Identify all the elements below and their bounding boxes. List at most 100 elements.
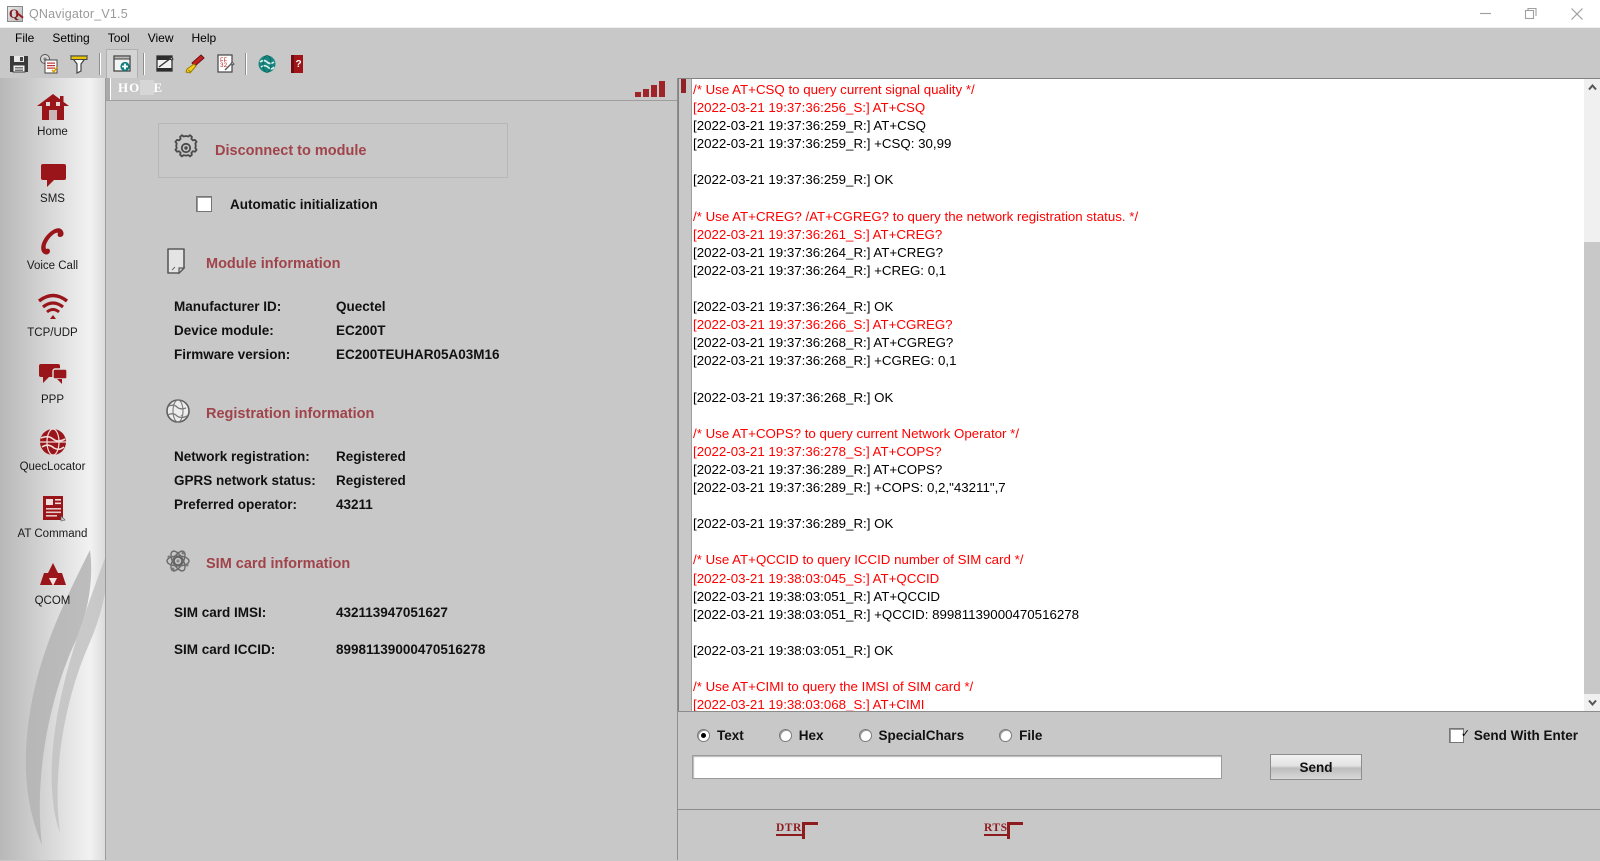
info-key: SIM card IMSI: — [174, 605, 267, 620]
edit-note-icon[interactable] — [150, 50, 180, 78]
radio-hex-dot[interactable] — [778, 729, 792, 742]
terminal-line: /* Use AT+CIMI to query the IMSI of SIM … — [693, 679, 974, 695]
terminal-line: [2022-03-21 19:37:36:259_R:] OK — [693, 172, 894, 188]
terminal-log-text: /* Use AT+CSQ to query current signal qu… — [693, 81, 1581, 787]
settings-list-icon[interactable] — [34, 50, 64, 78]
chevron-down-icon[interactable] — [1584, 694, 1600, 711]
radio-file-dot[interactable] — [999, 729, 1013, 742]
info-value: Registered — [336, 473, 406, 488]
info-key: Firmware version: — [174, 347, 291, 362]
radio-file[interactable]: File — [992, 728, 1042, 743]
send-panel: Text Hex SpecialChars File ✓ Send With E… — [678, 711, 1600, 809]
check-icon: ✓ — [1460, 728, 1471, 740]
close-icon[interactable] — [1554, 0, 1600, 27]
disconnect-to-module-button[interactable]: Disconnect to module — [158, 123, 508, 178]
radio-text-dot[interactable] — [697, 729, 710, 742]
menu-item-tool[interactable]: Tool — [99, 29, 139, 47]
sidebar-item-voice-call[interactable]: Voice Call — [0, 222, 105, 289]
module-information-list: Manufacturer ID: Quectel Device module: … — [174, 299, 677, 362]
wifi-signal-icon — [36, 293, 70, 323]
info-value: 432113947051627 — [336, 605, 448, 620]
rts-indicator[interactable]: RTS — [984, 822, 1024, 839]
menu-item-setting[interactable]: Setting — [43, 29, 98, 47]
hex-note-icon[interactable]: FF 32 — [210, 50, 240, 78]
terminal-line: [2022-03-21 19:37:36:264_R:] OK — [693, 299, 894, 315]
home-icon — [36, 92, 70, 122]
radio-specialchars-dot[interactable] — [858, 729, 872, 742]
help-book-icon[interactable]: ? — [282, 50, 312, 78]
menu-item-help[interactable]: Help — [183, 29, 226, 47]
send-button[interactable]: Send — [1270, 754, 1362, 780]
new-window-icon[interactable] — [106, 48, 138, 79]
application-window: Q QNavigator_V1.5 File Setting Tool View… — [0, 0, 1600, 861]
radio-hex[interactable]: Hex — [772, 728, 824, 743]
sidebar-item-sms[interactable]: SMS — [0, 155, 105, 222]
send-input[interactable] — [692, 755, 1222, 779]
phone-handset-icon — [36, 226, 70, 256]
terminal-log[interactable]: /* Use AT+CSQ to query current signal qu… — [678, 78, 1600, 785]
scrollbar-track[interactable] — [1584, 242, 1600, 694]
qcom-icon — [36, 561, 70, 591]
home-content: Disconnect to module Automatic initializ… — [106, 101, 677, 657]
globe-icon[interactable] — [252, 50, 282, 78]
terminal-line: [2022-03-21 19:37:36:259_R:] +CSQ: 30,99 — [693, 136, 952, 152]
automatic-initialization-checkbox[interactable] — [196, 196, 212, 212]
radio-text[interactable]: Text — [690, 728, 744, 743]
menu-item-view[interactable]: View — [139, 29, 183, 47]
sim-card-information-list: SIM card IMSI: 432113947051627 SIM card … — [174, 605, 677, 657]
automatic-initialization-row[interactable]: Automatic initialization — [178, 196, 677, 212]
terminal-line: [2022-03-21 19:37:36:268_R:] OK — [693, 389, 894, 405]
clear-broom-icon[interactable] — [180, 50, 210, 78]
chat-bubbles-icon — [36, 360, 70, 390]
terminal-gutter-mark — [681, 79, 686, 93]
radio-specialchars[interactable]: SpecialChars — [852, 728, 964, 743]
info-row: SIM card ICCID: 89981139000470516278 — [174, 642, 677, 657]
dtr-indicator[interactable]: DTR — [776, 822, 818, 839]
sidebar-item-queclocator[interactable]: QuecLocator — [0, 423, 105, 490]
send-with-enter-checkbox[interactable]: ✓ — [1448, 728, 1470, 743]
globe-locator-icon — [36, 427, 70, 457]
terminal-line: [2022-03-21 19:38:03:045_S:] AT+QCCID — [693, 570, 940, 586]
radio-hex-label: Hex — [798, 728, 824, 743]
sidebar-item-qcom[interactable]: QCOM — [0, 557, 105, 624]
sidebar-nav: Home SMS Voice Call TCP/UDP PPP QuecLoca… — [0, 78, 105, 624]
menu-item-file[interactable]: File — [6, 29, 43, 47]
info-row: Network registration: Registered — [174, 449, 677, 464]
sidebar-item-ppp[interactable]: PPP — [0, 356, 105, 423]
terminal-scrollbar[interactable] — [1584, 79, 1600, 711]
sidebar-item-label: QuecLocator — [19, 461, 86, 473]
chevron-up-icon[interactable] — [1584, 79, 1600, 96]
filter-funnel-icon[interactable] — [64, 50, 94, 78]
app-icon: Q — [7, 5, 24, 22]
title-bar: Q QNavigator_V1.5 — [0, 0, 1600, 28]
module-information-header: Module information — [164, 246, 677, 281]
home-tab-header: HOME — [106, 78, 677, 101]
sidebar-item-at-command[interactable]: AT Command — [0, 490, 105, 557]
radio-file-label: File — [1019, 728, 1043, 743]
home-panel: HOME Disconnect to module Automatic init… — [106, 78, 678, 860]
sidebar-item-label: AT Command — [17, 528, 88, 540]
dtr-signal-icon — [801, 822, 818, 839]
sim-card-information-title: SIM card information — [206, 555, 351, 572]
info-value: 89981139000470516278 — [336, 642, 486, 657]
window-controls — [1462, 0, 1600, 27]
save-icon[interactable] — [4, 50, 34, 78]
terminal-line: [2022-03-21 19:38:03:051_R:] OK — [693, 642, 894, 658]
minimize-icon[interactable] — [1462, 0, 1508, 27]
sidebar-item-label: QCOM — [34, 595, 71, 607]
terminal-line: [2022-03-21 19:37:36:266_S:] AT+CGREG? — [693, 317, 953, 333]
terminal-line: [2022-03-21 19:37:36:268_R:] +CGREG: 0,1 — [693, 353, 957, 369]
maximize-icon[interactable] — [1508, 0, 1554, 27]
sidebar-item-tcp-udp[interactable]: TCP/UDP — [0, 289, 105, 356]
sidebar-item-label: TCP/UDP — [27, 327, 78, 339]
sim-card-information-header: SIM card information — [164, 546, 677, 581]
sidebar-item-home[interactable]: Home — [0, 88, 105, 155]
scrollbar-thumb[interactable] — [1584, 96, 1600, 242]
info-row: GPRS network status: Registered — [174, 473, 677, 488]
send-with-enter-row[interactable]: ✓ Send With Enter — [1439, 728, 1578, 743]
terminal-line: [2022-03-21 19:37:36:256_S:] AT+CSQ — [693, 100, 926, 116]
